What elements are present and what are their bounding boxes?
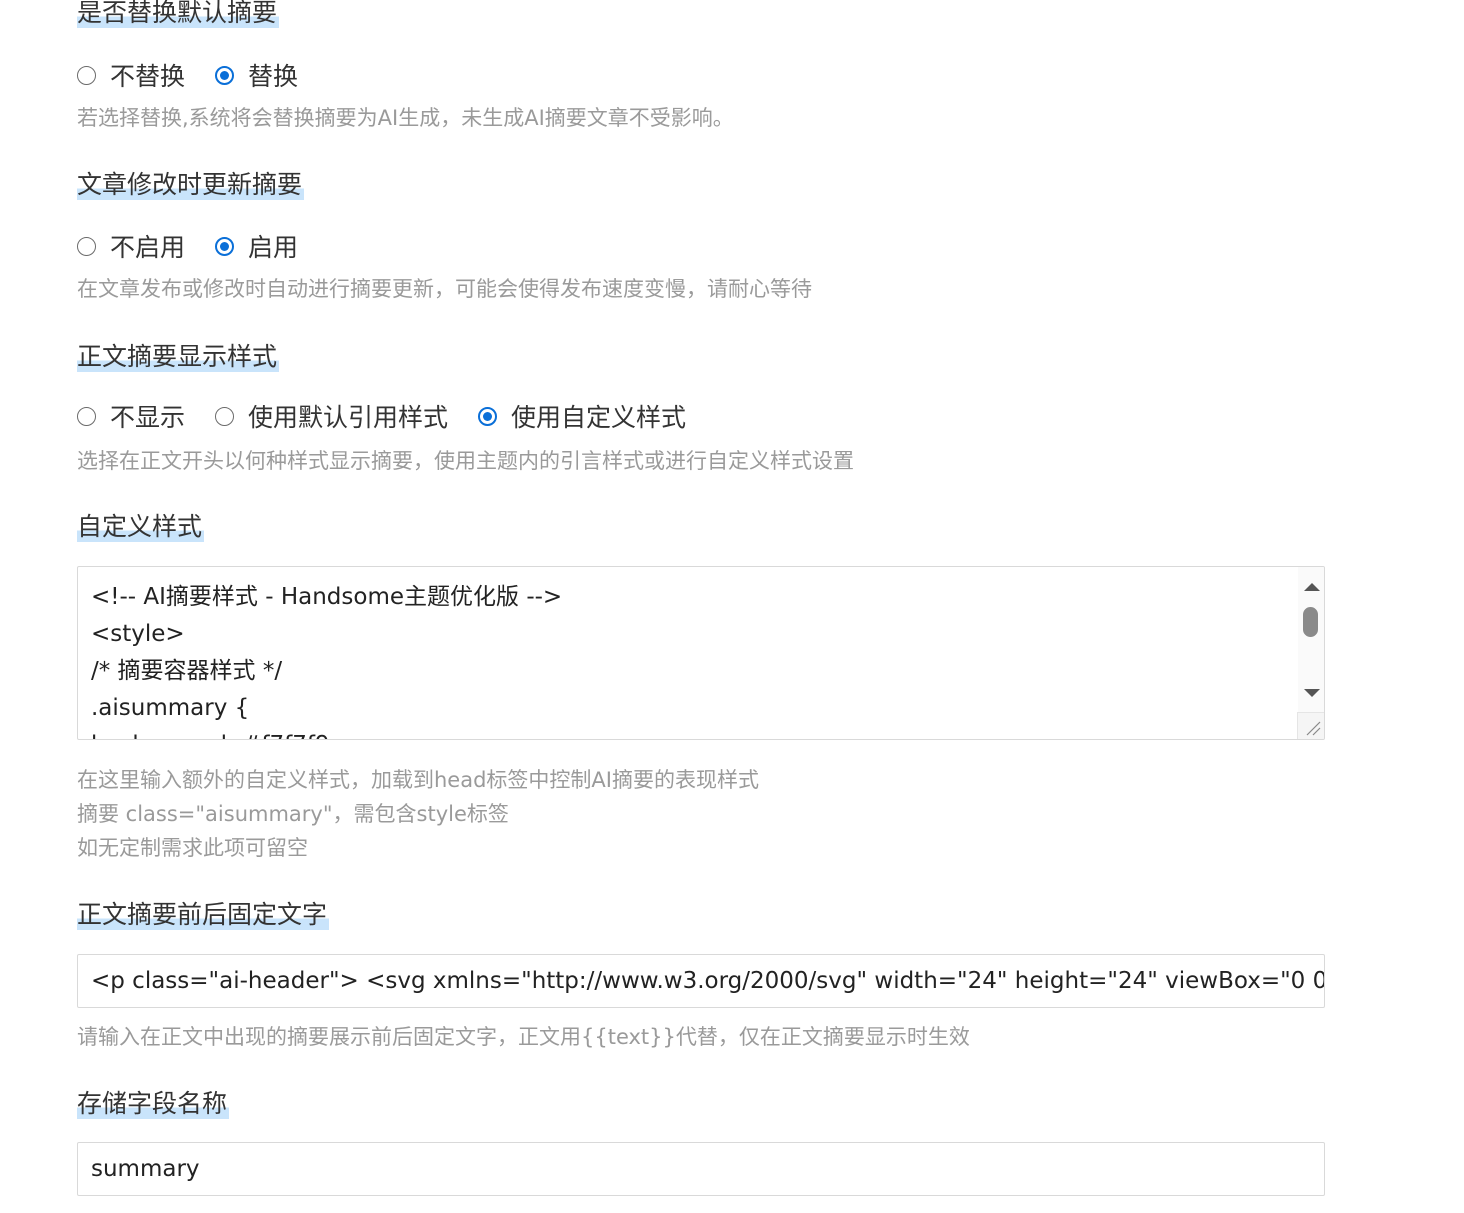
custom-style-textarea[interactable]: <!-- AI摘要样式 - Handsome主题优化版 --> <style> …: [77, 566, 1325, 740]
radio-circle[interactable]: [215, 236, 235, 256]
custom-style-label: 自定义样式: [77, 512, 205, 542]
resize-handle-icon[interactable]: [1297, 712, 1324, 739]
radio-label: 使用默认引用样式: [248, 403, 449, 432]
custom-style-hint-line3: 如无定制需求此项可留空: [77, 836, 308, 860]
display-style-label: 正文摘要显示样式: [77, 342, 280, 372]
replace-summary-hint: 若选择替换,系统将会替换摘要为AI生成，未生成AI摘要文章不受影响。: [77, 106, 734, 130]
radio-circle[interactable]: [77, 65, 96, 85]
radio-label: 不启用: [110, 233, 186, 262]
radio-circle[interactable]: [215, 65, 235, 85]
code-line: <style>: [91, 621, 185, 647]
radio-hide[interactable]: 不显示: [77, 398, 185, 434]
field-name-input[interactable]: summary: [77, 1142, 1325, 1196]
code-line: background: #f7f7f9;: [78, 727, 562, 739]
code-line: .aisummary {: [91, 695, 250, 721]
code-line: <!-- AI摘要样式 - Handsome主题优化版 -->: [91, 584, 563, 610]
update-on-edit-label: 文章修改时更新摘要: [77, 170, 305, 200]
wrapper-text-label: 正文摘要前后固定文字: [77, 900, 330, 930]
radio-label: 使用自定义样式: [511, 403, 687, 432]
wrapper-text-hint: 请输入在正文中出现的摘要展示前后固定文字，正文用{{text}}代替，仅在正文摘…: [77, 1025, 970, 1049]
custom-style-hint-line1: 在这里输入额外的自定义样式，加载到head标签中控制AI摘要的表现样式: [77, 768, 759, 792]
code-content: <!-- AI摘要样式 - Handsome主题优化版 --> <style> …: [78, 579, 563, 739]
radio-custom-style[interactable]: 使用自定义样式: [478, 398, 686, 434]
radio-no-replace[interactable]: 不替换: [77, 57, 185, 93]
scroll-up-arrow-icon[interactable]: [1304, 583, 1320, 591]
radio-enable[interactable]: 启用: [215, 228, 298, 264]
vertical-scrollbar[interactable]: [1298, 567, 1324, 715]
radio-circle[interactable]: [77, 406, 96, 426]
radio-circle[interactable]: [478, 406, 498, 426]
radio-disable[interactable]: 不启用: [77, 228, 185, 264]
radio-label: 启用: [248, 233, 299, 262]
code-line: /* 摘要容器样式 */: [91, 658, 283, 684]
radio-label: 不显示: [110, 403, 186, 432]
replace-summary-label: 是否替换默认摘要: [77, 0, 280, 28]
radio-circle[interactable]: [77, 236, 96, 256]
wrapper-text-input[interactable]: <p class="ai-header"> <svg xmlns="http:/…: [77, 954, 1325, 1008]
custom-style-hint-line2: 摘要 class="aisummary"，需包含style标签: [77, 802, 509, 826]
scroll-down-arrow-icon[interactable]: [1304, 689, 1320, 697]
scrollbar-thumb[interactable]: [1303, 607, 1318, 637]
radio-circle[interactable]: [215, 406, 235, 426]
update-on-edit-hint: 在文章发布或修改时自动进行摘要更新，可能会使得发布速度变慢，请耐心等待: [77, 277, 812, 301]
radio-label: 不替换: [110, 62, 186, 91]
display-style-hint: 选择在正文开头以何种样式显示摘要，使用主题内的引言样式或进行自定义样式设置: [77, 449, 854, 473]
radio-replace[interactable]: 替换: [215, 57, 298, 93]
radio-default-quote[interactable]: 使用默认引用样式: [215, 398, 448, 434]
radio-label: 替换: [248, 62, 299, 91]
field-name-label: 存储字段名称: [77, 1089, 230, 1119]
